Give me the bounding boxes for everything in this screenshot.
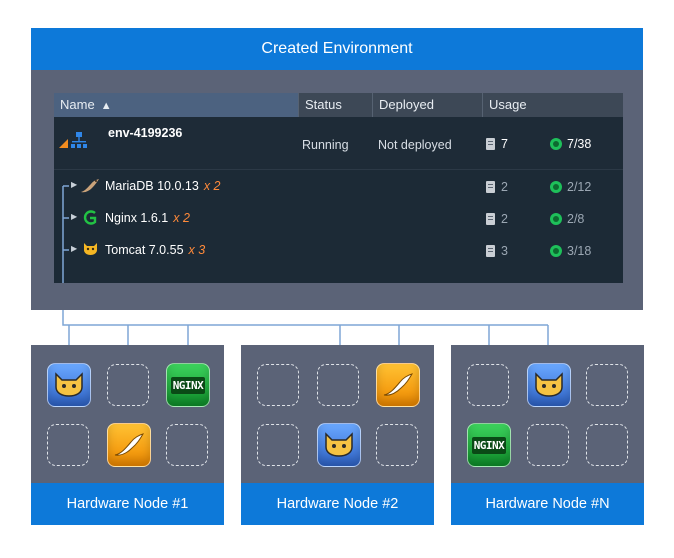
empty-slot — [257, 364, 299, 406]
nginx-icon — [83, 210, 97, 225]
hardware-node-2: Hardware Node #2 — [241, 345, 434, 525]
node-row-nginx[interactable]: ▶ Nginx 1.6.1 x 2 2 2/8 — [54, 203, 623, 235]
hardware-node-n: NGINX Hardware Node #N — [451, 345, 644, 525]
cloudlet-icon — [550, 181, 562, 193]
table-header: Name ▲ Status Deployed Usage — [54, 93, 623, 117]
tomcat-icon — [325, 432, 353, 457]
cloudlet-icon — [550, 245, 562, 257]
environment-cloudlets: 7/38 — [550, 137, 591, 151]
environment-topology-icon — [71, 132, 87, 148]
node-servers: 2 — [486, 180, 508, 194]
node-row-mariadb[interactable]: ▶ MariaDB 10.0.13 x 2 2 2/12 — [54, 171, 623, 203]
node-cloudlets: 2/12 — [550, 180, 591, 194]
column-header-deployed[interactable]: Deployed — [372, 93, 482, 117]
node-name: Tomcat 7.0.55 — [105, 243, 184, 257]
mariadb-app-icon — [376, 363, 420, 407]
empty-slot — [586, 364, 628, 406]
banner-title: Created Environment — [261, 40, 413, 57]
mariadb-icon — [81, 179, 99, 193]
server-icon — [486, 181, 495, 193]
nginx-app-icon: NGINX — [467, 423, 511, 467]
environment-servers: 7 — [486, 137, 508, 151]
server-icon — [486, 245, 495, 257]
empty-slot — [47, 424, 89, 466]
node-multiplier: x 3 — [188, 243, 206, 257]
expand-arrow-icon[interactable]: ▶ — [71, 180, 77, 189]
node-multiplier: x 2 — [203, 179, 221, 193]
node-multiplier: x 2 — [173, 211, 190, 225]
expand-arrow-icon[interactable]: ▶ — [71, 212, 77, 221]
nginx-app-icon: NGINX — [166, 363, 210, 407]
mariadb-icon — [114, 433, 145, 456]
hardware-node-label: Hardware Node #2 — [241, 483, 434, 525]
environment-row[interactable]: env-4199236 Running Not deployed 7 7/38 — [54, 117, 623, 170]
environment-table: Name ▲ Status Deployed Usage env-4199236 … — [54, 93, 623, 283]
tomcat-app-icon — [317, 423, 361, 467]
tomcat-app-icon — [47, 363, 91, 407]
server-icon — [486, 138, 495, 150]
hardware-node-label: Hardware Node #1 — [31, 483, 224, 525]
node-cloudlets: 2/8 — [550, 212, 584, 226]
mariadb-icon — [383, 373, 414, 396]
hardware-node-label: Hardware Node #N — [451, 483, 644, 525]
column-header-status[interactable]: Status — [298, 93, 372, 117]
tomcat-icon — [535, 372, 563, 397]
cloudlet-icon — [550, 213, 562, 225]
empty-slot — [376, 424, 418, 466]
tomcat-icon — [84, 243, 97, 255]
environment-deployed: Not deployed — [378, 138, 452, 152]
node-name: Nginx 1.6.1 — [105, 211, 169, 225]
server-icon — [486, 213, 495, 225]
node-name: MariaDB 10.0.13 — [105, 179, 199, 193]
column-header-name[interactable]: Name ▲ — [54, 93, 298, 117]
tomcat-icon — [55, 372, 83, 397]
empty-slot — [166, 424, 208, 466]
environment-name[interactable]: env-4199236 — [108, 126, 182, 140]
expand-triangle-icon[interactable] — [59, 139, 68, 148]
tomcat-app-icon — [527, 363, 571, 407]
nginx-logo-text: NGINX — [170, 376, 206, 394]
empty-slot — [257, 424, 299, 466]
node-servers: 3 — [486, 244, 508, 258]
empty-slot — [107, 364, 149, 406]
node-servers: 2 — [486, 212, 508, 226]
node-row-tomcat[interactable]: ▶ Tomcat 7.0.55 x 3 3 3/18 — [54, 235, 623, 267]
created-environment-banner: Created Environment — [31, 28, 643, 70]
empty-slot — [527, 424, 569, 466]
column-header-usage[interactable]: Usage — [482, 93, 623, 117]
cloudlet-icon — [550, 138, 562, 150]
mariadb-app-icon — [107, 423, 151, 467]
hardware-node-1: NGINX Hardware Node #1 — [31, 345, 224, 525]
environment-status: Running — [302, 138, 349, 152]
empty-slot — [586, 424, 628, 466]
empty-slot — [467, 364, 509, 406]
nginx-logo-text: NGINX — [471, 436, 507, 454]
node-cloudlets: 3/18 — [550, 244, 591, 258]
expand-arrow-icon[interactable]: ▶ — [71, 244, 77, 253]
empty-slot — [317, 364, 359, 406]
sort-ascending-icon: ▲ — [100, 100, 112, 112]
